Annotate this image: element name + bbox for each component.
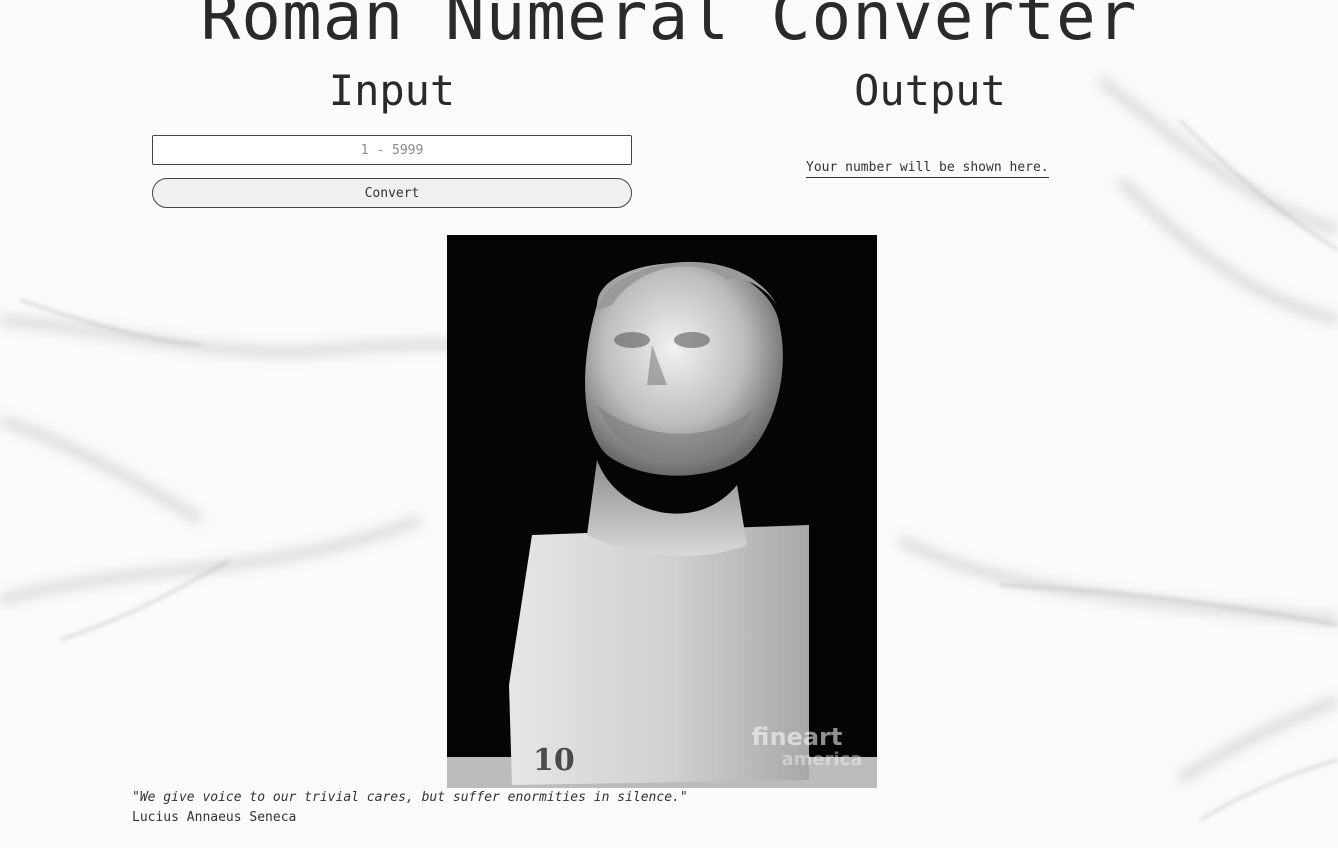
seneca-bust-image: 10 fineart america — [447, 235, 877, 788]
number-input[interactable] — [152, 135, 632, 165]
output-text: Your number will be shown here. — [806, 160, 1049, 178]
bust-illustration: 10 fineart america — [447, 235, 877, 788]
quote-author: Lucius Annaeus Seneca — [132, 810, 297, 825]
svg-text:america: america — [782, 749, 863, 770]
quote-text: "We give voice to our trivial cares, but… — [132, 790, 688, 805]
output-heading: Output — [854, 66, 1006, 115]
svg-text:fineart: fineart — [752, 723, 843, 751]
pedestal-number: 10 — [533, 743, 575, 778]
convert-button[interactable]: Convert — [152, 178, 632, 208]
page-title: Roman Numeral Converter — [200, 0, 1138, 55]
input-heading: Input — [328, 66, 456, 115]
